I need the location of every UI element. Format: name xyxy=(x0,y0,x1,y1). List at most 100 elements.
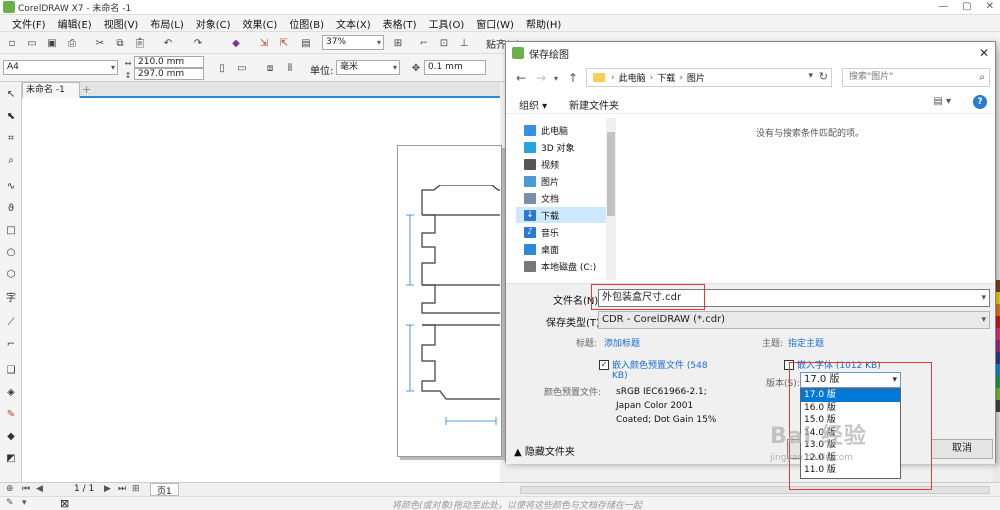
specify-subject-link[interactable]: 指定主题 xyxy=(788,336,824,349)
menu-window[interactable]: 窗口(W) xyxy=(470,16,520,31)
filetype-select[interactable]: CDR - CorelDRAW (*.cdr) ▾ xyxy=(598,311,990,329)
portrait-icon[interactable]: ▯ xyxy=(214,61,230,75)
crop-tool-icon[interactable]: ⌗ xyxy=(3,130,19,146)
chevron-down-icon[interactable]: ▾ xyxy=(981,290,986,306)
first-page-icon[interactable]: ⏮ xyxy=(22,484,30,494)
document-tab[interactable]: 未命名 -1 xyxy=(22,82,80,98)
menu-table[interactable]: 表格(T) xyxy=(377,16,423,31)
prev-page-icon[interactable]: ◀ xyxy=(36,484,43,494)
nav-item-documents[interactable]: 文档 xyxy=(516,190,616,206)
rectangle-tool-icon[interactable]: □ xyxy=(3,222,19,238)
chevron-down-icon[interactable]: ▾ xyxy=(22,498,27,508)
back-arrow-icon[interactable]: ← xyxy=(516,71,526,85)
page-size-select[interactable]: A4 ▾ xyxy=(3,60,118,75)
navigation-scrollbar[interactable] xyxy=(606,118,616,280)
eyedropper-icon[interactable]: ✎ xyxy=(3,406,19,422)
hide-folders-toggle[interactable]: ▲ 隐藏文件夹 xyxy=(514,443,575,458)
history-chevron-icon[interactable]: ▾ xyxy=(554,74,558,83)
nav-item-3d-objects[interactable]: 3D 对象 xyxy=(516,139,616,155)
undo-icon[interactable]: ↶ xyxy=(160,36,176,50)
open-folder-icon[interactable]: ▭ xyxy=(24,36,40,50)
help-icon[interactable]: ? xyxy=(973,95,987,109)
maximize-button[interactable]: ▢ xyxy=(962,1,971,12)
nav-item-desktop[interactable]: 桌面 xyxy=(516,241,616,257)
polygon-tool-icon[interactable]: ⬡ xyxy=(3,266,19,282)
page-width-input[interactable]: 210.0 mm xyxy=(134,56,204,68)
breadcrumb-downloads[interactable]: 下载 xyxy=(657,71,675,84)
new-folder-button[interactable]: 新建文件夹 xyxy=(569,97,619,112)
interactive-fill-icon[interactable]: ◆ xyxy=(3,428,19,444)
menu-text[interactable]: 文本(X) xyxy=(330,16,377,31)
last-page-icon[interactable]: ⏭ xyxy=(118,484,126,494)
next-page-icon[interactable]: ▶ xyxy=(104,484,111,494)
zoom-level-select[interactable]: 37% ▾ xyxy=(322,35,384,50)
nav-item-local-disk[interactable]: 本地磁盘 (C:) xyxy=(516,258,616,274)
menu-object[interactable]: 对象(C) xyxy=(190,16,237,31)
eyedropper-small-icon[interactable]: ✎ xyxy=(6,498,14,508)
minimize-button[interactable]: — xyxy=(938,1,948,12)
new-doc-icon[interactable]: ▫ xyxy=(4,36,20,50)
cancel-button[interactable]: 取消 xyxy=(931,439,993,459)
transparency-icon[interactable]: ◈ xyxy=(3,384,19,400)
menu-file[interactable]: 文件(F) xyxy=(6,16,52,31)
nav-item-music[interactable]: ♪ 音乐 xyxy=(516,224,616,240)
ellipse-tool-icon[interactable]: ○ xyxy=(3,244,19,260)
full-screen-icon[interactable]: ⊞ xyxy=(390,36,406,50)
box-dieline-drawing[interactable] xyxy=(400,185,500,440)
landscape-icon[interactable]: ▭ xyxy=(234,61,250,75)
scrollbar-thumb[interactable] xyxy=(607,132,615,216)
page-tab[interactable]: 页1 xyxy=(150,483,179,497)
paste-icon[interactable]: 📋︎ xyxy=(132,36,148,50)
menu-help[interactable]: 帮助(H) xyxy=(520,16,567,31)
nav-item-pictures[interactable]: 图片 xyxy=(516,173,616,189)
freehand-tool-icon[interactable]: ∿ xyxy=(3,178,19,194)
menu-view[interactable]: 视图(V) xyxy=(98,16,145,31)
nav-item-downloads[interactable]: ↓ 下载 xyxy=(516,207,616,223)
address-bar[interactable]: › 此电脑 › 下载 › 图片 ▾ ↻ xyxy=(586,68,832,87)
breadcrumb-this-pc[interactable]: 此电脑 xyxy=(619,71,646,84)
up-arrow-icon[interactable]: ↑ xyxy=(568,71,578,85)
add-title-link[interactable]: 添加标题 xyxy=(604,336,640,349)
nav-item-videos[interactable]: 视频 xyxy=(516,156,616,172)
chevron-down-icon[interactable]: ▾ xyxy=(808,71,813,81)
menu-tools[interactable]: 工具(O) xyxy=(423,16,471,31)
rulers-icon[interactable]: ⌐ xyxy=(416,36,432,50)
all-pages-icon[interactable]: ⧈ xyxy=(262,61,278,75)
menu-bitmaps[interactable]: 位图(B) xyxy=(283,16,330,31)
grid-icon[interactable]: ⊡ xyxy=(436,36,452,50)
save-icon[interactable]: ▣ xyxy=(44,36,60,50)
drop-shadow-icon[interactable]: ❑ xyxy=(3,362,19,378)
publish-pdf-icon[interactable]: ▤ xyxy=(298,36,314,50)
redo-icon[interactable]: ↷ xyxy=(190,36,206,50)
guidelines-icon[interactable]: ⊥ xyxy=(456,36,472,50)
smart-fill-icon[interactable]: ◩ xyxy=(3,450,19,466)
add-tab-button[interactable]: + xyxy=(82,83,91,96)
export-icon[interactable]: ⇱ xyxy=(276,36,292,50)
no-color-swatch-icon[interactable]: ⊠ xyxy=(60,497,69,510)
search-input[interactable]: 搜索"图片" ⌕ xyxy=(842,68,990,87)
dialog-close-button[interactable]: ✕ xyxy=(979,46,989,60)
refresh-icon[interactable]: ↻ xyxy=(819,70,828,83)
embed-profile-label[interactable]: 嵌入颜色预置文件 (548 xyxy=(612,358,708,371)
nudge-distance-input[interactable]: 0.1 mm xyxy=(424,60,486,75)
import-icon[interactable]: ⇲ xyxy=(256,36,272,50)
artistic-media-icon[interactable]: ϑ xyxy=(3,200,19,216)
change-view-icon[interactable]: ▤ ▾ xyxy=(933,96,951,107)
current-page-icon[interactable]: ⫴ xyxy=(282,61,298,75)
search-content-icon[interactable]: ◆ xyxy=(228,36,244,50)
parallel-dimension-icon[interactable]: ⟋ xyxy=(3,314,19,330)
page-height-input[interactable]: 297.0 mm xyxy=(134,68,204,80)
close-window-button[interactable]: ✕ xyxy=(986,1,994,12)
forward-arrow-icon[interactable]: → xyxy=(536,71,546,85)
cut-icon[interactable]: ✂ xyxy=(92,36,108,50)
pick-tool-icon[interactable]: ↖ xyxy=(3,86,19,102)
connector-tool-icon[interactable]: ⌐ xyxy=(3,336,19,352)
menu-layout[interactable]: 布局(L) xyxy=(144,16,189,31)
menu-edit[interactable]: 编辑(E) xyxy=(52,16,98,31)
shape-tool-icon[interactable]: ⬉ xyxy=(3,108,19,124)
zoom-tool-icon[interactable]: ⌕ xyxy=(3,152,19,168)
embed-profile-checkbox[interactable]: ✓ xyxy=(599,360,609,370)
organize-button[interactable]: 组织 ▾ xyxy=(519,97,547,112)
text-tool-icon[interactable]: 字 xyxy=(3,288,19,304)
units-select[interactable]: 毫米 ▾ xyxy=(336,60,400,75)
